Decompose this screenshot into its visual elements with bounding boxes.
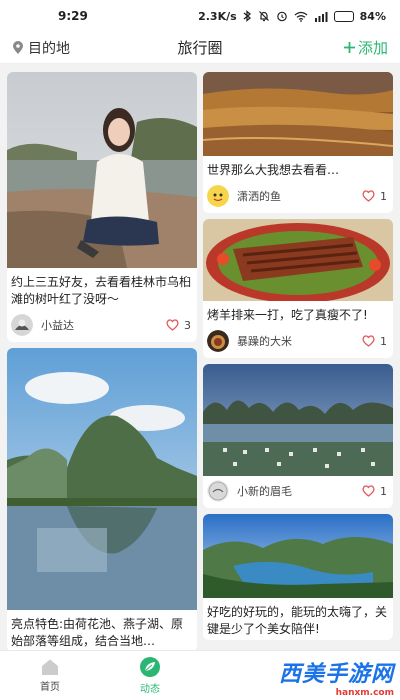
tab-label: 首页 <box>40 682 60 693</box>
alarm-icon <box>276 11 287 22</box>
post-image-girl-riverside <box>7 72 197 268</box>
tab-moments[interactable]: 动态 <box>100 651 200 700</box>
post-caption: 好吃的好玩的，能玩的太嗨了，关键是少了个美女陪伴! <box>207 605 388 636</box>
like-button[interactable]: 1 <box>362 335 387 348</box>
tab-home[interactable]: 首页 <box>0 651 100 700</box>
like-count: 1 <box>380 189 387 203</box>
post-meta: 暴躁的大米 1 <box>203 326 393 358</box>
heart-icon <box>362 190 375 202</box>
post-meta: 小益达 3 <box>7 310 197 342</box>
like-button[interactable]: 1 <box>362 190 387 203</box>
status-bar: 9:29 2.3K/s 84% <box>0 0 400 32</box>
like-count: 1 <box>380 484 387 498</box>
post-image-karst-river <box>203 364 393 476</box>
home-icon <box>42 659 58 675</box>
heart-icon <box>166 319 179 331</box>
post-card[interactable]: 烤羊排来一打，吃了真瘦不了! 暴躁的大米 1 <box>203 219 393 358</box>
heart-icon <box>362 485 375 497</box>
post-image-grilled-lamb <box>203 219 393 301</box>
bottom-nav: 首页 动态 西美手游网 hanxm.com <box>0 650 400 700</box>
post-card[interactable]: 世界那么大我想去看看… 潇洒的鱼 1 <box>203 72 393 213</box>
like-count: 1 <box>380 334 387 348</box>
add-button[interactable]: 添加 <box>343 37 388 58</box>
post-card[interactable]: 小新的眉毛 1 <box>203 364 393 508</box>
post-caption: 亮点特色:由荷花池、燕子湖、原始部落等组成，结合当地… <box>11 617 184 648</box>
status-time: 9:29 <box>58 9 88 23</box>
post-author[interactable]: 小益达 <box>11 314 74 336</box>
avatar <box>207 185 229 207</box>
tab-label: 动态 <box>140 684 160 695</box>
author-name: 小益达 <box>41 319 74 332</box>
post-caption: 烤羊排来一打，吃了真瘦不了! <box>207 308 368 322</box>
post-image-mountain-lake <box>7 348 197 610</box>
feed[interactable]: 约上三五好友，去看看桂林市乌桕滩的树叶红了没呀～ 小益达 3 亮点特色:由荷花池… <box>0 72 400 650</box>
battery-icon <box>333 10 354 22</box>
battery-percent: 84% <box>359 9 386 23</box>
plus-icon <box>343 42 355 53</box>
like-count: 3 <box>184 318 191 332</box>
post-caption: 约上三五好友，去看看桂林市乌桕滩的树叶红了没呀～ <box>11 275 192 306</box>
author-name: 潇洒的鱼 <box>237 190 281 203</box>
avatar <box>207 330 229 352</box>
watermark: 西美手游网 hanxm.com <box>279 656 394 698</box>
author-name: 小新的眉毛 <box>237 485 292 498</box>
destination-label: 目的地 <box>28 40 70 57</box>
watermark-text: 西美手游网 <box>278 662 394 687</box>
post-card[interactable]: 亮点特色:由荷花池、燕子湖、原始部落等组成，结合当地… <box>7 348 197 650</box>
avatar <box>207 480 229 502</box>
wifi-icon <box>294 11 308 22</box>
heart-icon <box>362 335 375 347</box>
feed-column-right: 世界那么大我想去看看… 潇洒的鱼 1 烤羊排来一打，吃了真瘦不了! 暴躁的大米 … <box>203 72 393 646</box>
like-button[interactable]: 3 <box>166 319 191 332</box>
watermark-url: hanxm.com <box>335 688 394 698</box>
post-image-valley-lake <box>203 514 393 598</box>
header-bar: 目的地 旅行圈 添加 <box>0 32 400 64</box>
post-caption: 世界那么大我想去看看… <box>207 163 340 177</box>
post-author[interactable]: 小新的眉毛 <box>207 480 292 502</box>
network-speed: 2.3K/s <box>198 9 237 23</box>
post-card[interactable]: 好吃的好玩的，能玩的太嗨了，关键是少了个美女陪伴! <box>203 514 393 640</box>
destination-button[interactable]: 目的地 <box>12 38 70 58</box>
post-author[interactable]: 暴躁的大米 <box>207 330 292 352</box>
leaf-icon <box>140 657 160 677</box>
mute-bell-icon <box>258 11 269 22</box>
location-pin-icon <box>13 40 23 54</box>
feed-column-left: 约上三五好友，去看看桂林市乌桕滩的树叶红了没呀～ 小益达 3 亮点特色:由荷花池… <box>7 72 197 650</box>
author-name: 暴躁的大米 <box>237 335 292 348</box>
post-meta: 小新的眉毛 1 <box>203 476 393 508</box>
avatar <box>11 314 33 336</box>
post-image-terraced-fields <box>203 72 393 156</box>
post-card[interactable]: 约上三五好友，去看看桂林市乌桕滩的树叶红了没呀～ 小益达 3 <box>7 72 197 342</box>
like-button[interactable]: 1 <box>362 485 387 498</box>
status-icons: 2.3K/s 84% <box>198 10 386 23</box>
post-meta: 潇洒的鱼 1 <box>203 181 393 213</box>
signal-icon <box>314 11 328 22</box>
add-label: 添加 <box>357 39 388 57</box>
post-author[interactable]: 潇洒的鱼 <box>207 185 281 207</box>
bluetooth-icon <box>243 10 251 22</box>
page-title: 旅行圈 <box>177 39 223 57</box>
